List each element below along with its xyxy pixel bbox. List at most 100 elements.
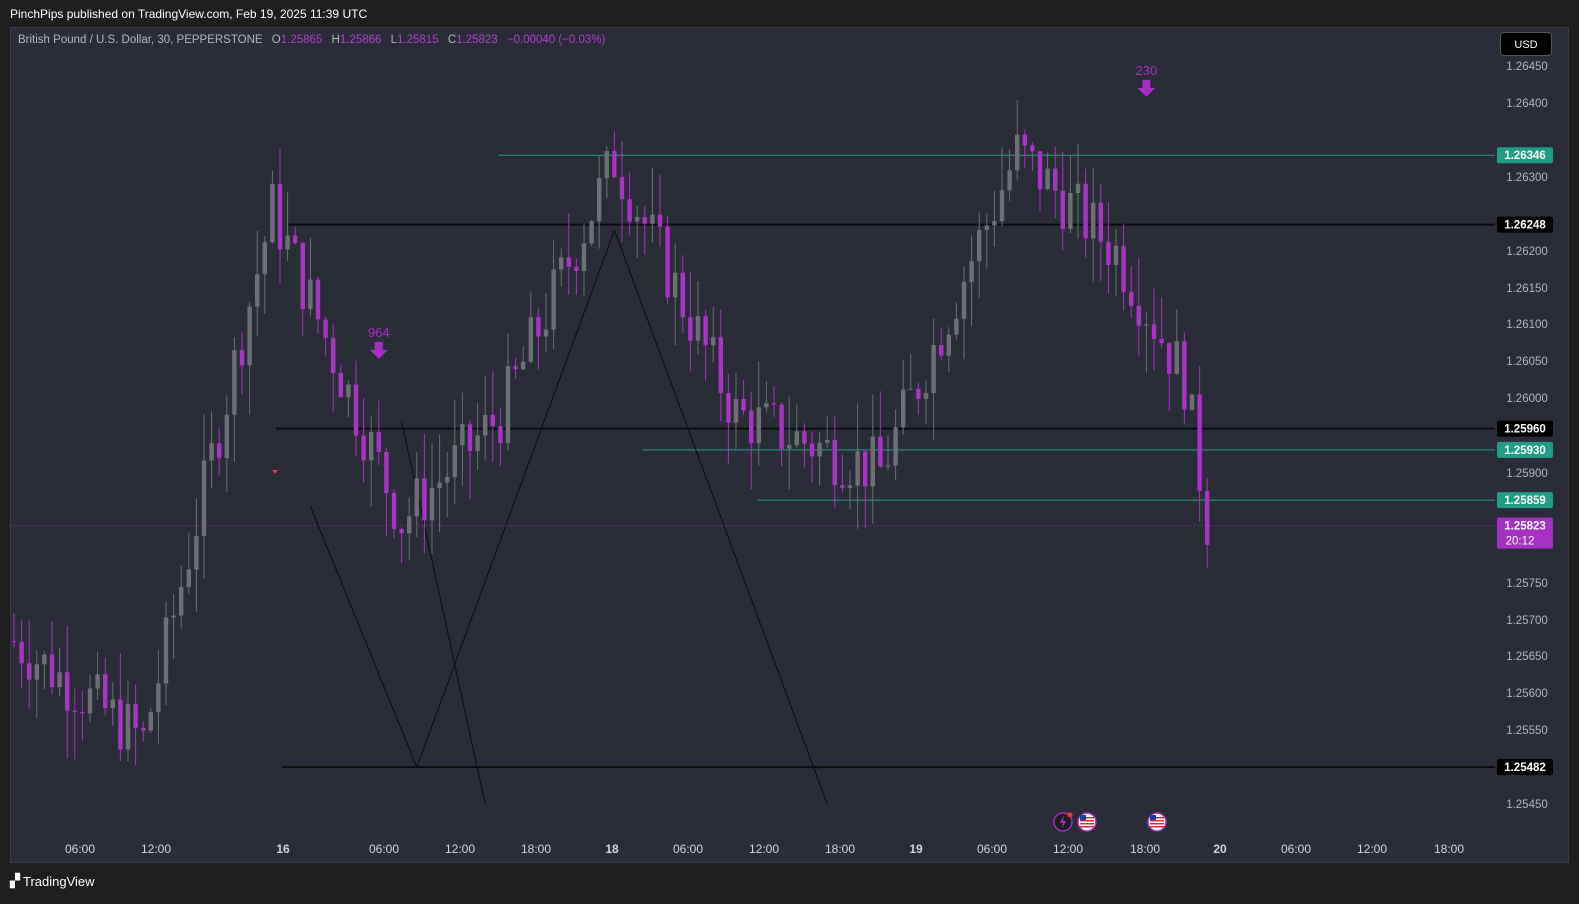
candle-body [528, 317, 533, 362]
candle-body [961, 281, 967, 319]
candle-body [771, 403, 777, 405]
candle-body [756, 407, 761, 444]
candle-body [1106, 241, 1111, 265]
candle-body [429, 488, 435, 521]
price-level-badge-label: 1.25930 [1504, 445, 1546, 457]
zigzag-line-secondary [401, 421, 486, 805]
candle-body [787, 445, 792, 449]
candle-body [817, 442, 822, 457]
candle-body [642, 217, 647, 224]
flag-stripe [1080, 826, 1094, 828]
candle-body [27, 663, 32, 680]
candle-body [566, 257, 571, 267]
candle-body [323, 319, 328, 339]
candle-body [437, 482, 442, 489]
candle-body [923, 393, 929, 399]
candle-body [521, 361, 526, 370]
candle-body [916, 388, 921, 399]
candle-body [1083, 183, 1088, 239]
time-tick-label: 12:00 [1357, 842, 1387, 856]
time-tick-label: 18:00 [825, 842, 855, 856]
brand-name: TradingView [23, 873, 95, 889]
candle-body [467, 424, 473, 451]
time-tick-label: 18:00 [1130, 842, 1160, 856]
price-tick-label: 1.26100 [1506, 319, 1548, 331]
candle-body [1113, 245, 1119, 265]
candle-body [163, 617, 169, 684]
notification-dot [1067, 812, 1073, 818]
candle-body [141, 727, 146, 731]
candle-body [369, 432, 374, 461]
candle-body [391, 492, 397, 529]
tradingview-logo-icon: ▞ [10, 873, 20, 888]
candle-body [285, 235, 290, 250]
candle-body [194, 536, 199, 570]
price-tick-label: 1.25650 [1506, 651, 1548, 663]
candle-body [984, 225, 989, 230]
candle-body [19, 641, 24, 664]
candle-body [999, 190, 1005, 222]
currency-button[interactable]: USD [1500, 32, 1552, 56]
lightning-event-icon [1053, 812, 1073, 832]
candle-body [870, 436, 875, 487]
price-level-badge-label: 1.26248 [1504, 220, 1546, 232]
candle-body [513, 366, 518, 370]
time-tick-label: 12:00 [1053, 842, 1083, 856]
flag-stripe [1150, 823, 1164, 825]
price-tick-label: 1.26150 [1506, 283, 1548, 295]
annotation-label: 964 [368, 325, 390, 340]
candle-body [977, 229, 982, 262]
candle-body [589, 221, 594, 244]
time-tick-label: 06:00 [977, 842, 1007, 856]
candle-body [300, 242, 305, 310]
candle-body [376, 432, 381, 452]
price-tick-label: 1.25600 [1506, 688, 1548, 700]
candle-body [885, 465, 891, 467]
tradingview-logo[interactable]: ▞ TradingView [10, 873, 95, 889]
candle-body [574, 266, 579, 271]
candle-body [840, 485, 845, 488]
candle-body [11, 641, 17, 643]
time-tick-label: 16 [276, 842, 290, 856]
candle-body [878, 436, 883, 467]
zigzag-line [309, 228, 828, 805]
candle-body [612, 150, 617, 178]
change-value: −0.00040 (−0.03%) [506, 34, 606, 46]
candle-body [619, 177, 625, 200]
time-tick-label: 20 [1213, 842, 1227, 856]
candle-body [695, 316, 701, 341]
footer-bar: ▞ TradingView [0, 866, 1579, 904]
time-tick-label: 06:00 [65, 842, 95, 856]
candle-body [1037, 151, 1043, 190]
candle-body [315, 279, 321, 320]
candle-body [490, 414, 495, 427]
candle-body [201, 460, 207, 537]
flag-stripe [1080, 820, 1094, 822]
price-tick-label: 1.25700 [1506, 615, 1548, 627]
candle-body [1151, 324, 1157, 339]
price-chart[interactable]: 964 230 1.26450 1.26400 1.26300 1.26200 1.261… [0, 0, 1579, 904]
candle-body [80, 711, 85, 714]
candle-body [87, 688, 93, 714]
symbol-name: British Pound / U.S. Dollar, 30, PEPPERS… [18, 34, 263, 46]
candle-body [445, 477, 450, 483]
candle-body [635, 217, 640, 222]
candle-body [103, 674, 108, 709]
candle-body [764, 403, 769, 408]
price-level-badge-label: 1.25960 [1504, 424, 1546, 436]
candle-body [42, 654, 47, 665]
candle-body [72, 710, 77, 712]
candle-body [255, 274, 260, 307]
candle-body [1098, 202, 1103, 242]
candle-body [779, 404, 784, 449]
candle-body [1068, 192, 1073, 229]
candle-body [825, 439, 830, 443]
candle-body [1121, 245, 1126, 292]
candle-body [338, 372, 343, 398]
price-tick-label: 1.26000 [1506, 393, 1548, 405]
candle-body [627, 199, 632, 222]
candle-body [650, 214, 655, 224]
candle-body [171, 615, 176, 618]
candle-body [559, 257, 564, 270]
candle-body [1136, 305, 1141, 326]
